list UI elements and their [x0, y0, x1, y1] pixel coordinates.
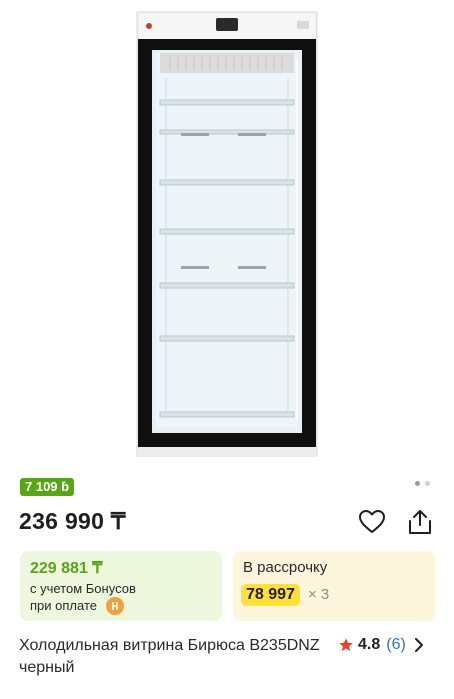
- coin-icon: [106, 597, 124, 615]
- installment-card[interactable]: В рассрочку 78 997 × 3: [233, 551, 435, 621]
- rating-summary[interactable]: 4.8 (6): [338, 636, 424, 654]
- product-price: 236 990 ₸: [19, 508, 126, 534]
- bonus-payment-note: при оплате: [30, 598, 97, 613]
- star-icon: [339, 638, 353, 651]
- product-image: [136, 11, 318, 457]
- bonus-price-card[interactable]: 229 881 ₸ с учетом Бонусов при оплате: [20, 551, 222, 621]
- installment-title: В рассрочку: [243, 559, 328, 576]
- installment-amount: 78 997: [241, 584, 300, 606]
- bonus-price-note: с учетом Бонусов: [30, 581, 136, 596]
- chevron-right-icon[interactable]: [414, 638, 424, 652]
- share-button[interactable]: [404, 506, 436, 538]
- bonus-points-badge: 7 109 ɓ: [20, 478, 75, 496]
- installment-multiplier: × 3: [308, 586, 330, 603]
- pagination-dot-active[interactable]: [415, 481, 420, 486]
- bonus-price: 229 881 ₸: [30, 560, 103, 577]
- favorite-button[interactable]: [356, 506, 388, 538]
- pagination-dot[interactable]: [425, 481, 430, 486]
- rating-value: 4.8: [358, 636, 381, 653]
- product-image-gallery[interactable]: [0, 0, 454, 470]
- gallery-pagination: [415, 481, 430, 486]
- product-title: Холодильная витрина Бирюса B235DNZ черны…: [19, 637, 320, 676]
- share-icon: [409, 510, 431, 534]
- heart-icon: [359, 510, 385, 533]
- review-count[interactable]: (6): [386, 636, 406, 654]
